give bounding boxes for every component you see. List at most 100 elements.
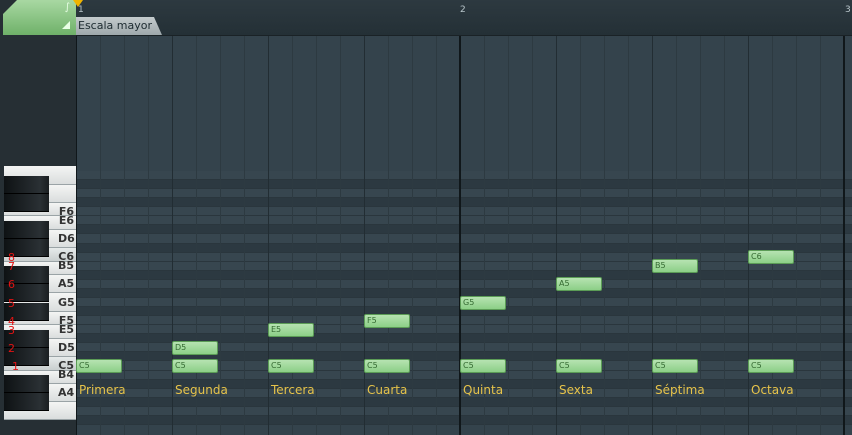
grid-row[interactable] (76, 225, 852, 235)
grid-line (748, 36, 749, 435)
pattern-name-tab[interactable]: Escala mayor (76, 17, 162, 35)
key-label: E6 (58, 213, 74, 227)
grid-row[interactable] (76, 270, 852, 280)
note-f5[interactable]: F5 (364, 313, 410, 328)
grid-line (700, 36, 701, 435)
note-c6[interactable]: C6 (748, 250, 794, 265)
grid-row[interactable] (76, 415, 852, 425)
note-a5[interactable]: A5 (556, 277, 602, 292)
interval-label: Cuarta (367, 383, 408, 397)
grid-line (388, 36, 389, 435)
scale-degree-number: 6 (8, 278, 15, 292)
piano-key-black[interactable] (4, 175, 49, 194)
scale-degree-number: 1 (12, 360, 19, 373)
grid-line (843, 36, 845, 435)
key-label: A5 (58, 277, 75, 291)
grid-line (148, 36, 149, 435)
note-d5[interactable]: D5 (172, 340, 218, 355)
ruler-bar-3: 3 (845, 5, 851, 15)
grid-line (628, 36, 629, 435)
note-c5[interactable]: C5 (172, 359, 218, 373)
note-c5[interactable]: C5 (652, 359, 698, 373)
note-e5[interactable]: E5 (268, 322, 314, 337)
grid-row[interactable] (76, 261, 852, 271)
interval-label: Primera (79, 383, 126, 397)
playhead-marker[interactable] (73, 0, 83, 7)
grid-line (604, 36, 605, 435)
grid-row[interactable] (76, 198, 852, 208)
grid-row[interactable] (76, 316, 852, 326)
key-label: B4 (58, 368, 75, 382)
grid-line (532, 36, 533, 435)
grid-line (340, 36, 341, 435)
grid-line (459, 36, 461, 435)
key-label: B5 (58, 259, 75, 273)
grid-row[interactable] (76, 207, 852, 217)
grid-row[interactable] (76, 180, 852, 190)
key-label: E5 (58, 322, 74, 336)
grid-line (652, 36, 653, 435)
grid-line (508, 36, 509, 435)
piano-key-black[interactable] (4, 220, 49, 239)
key-label: A4 (58, 386, 75, 400)
scale-degree-number: 5 (8, 296, 15, 310)
note-c5[interactable]: C5 (556, 359, 602, 373)
interval-label: Segunda (175, 383, 228, 397)
ruler-bar-2: 2 (460, 5, 466, 15)
note-grid[interactable]: C5 C5 D5 C5 E5 C5 F5 C5 G5 C5 A5 C5 B5 C5 C6 Primera Seg… (76, 36, 852, 435)
key-label: D5 (58, 340, 75, 354)
interval-label: Quinta (463, 383, 504, 397)
grid-line (244, 36, 245, 435)
grid-line (124, 36, 125, 435)
grid-row[interactable] (76, 406, 852, 416)
interval-label: Sexta (559, 383, 593, 397)
grid-line (484, 36, 485, 435)
timeline-ruler[interactable]: 1 2 3 Escala mayor (76, 0, 852, 36)
interval-label: Séptima (655, 383, 705, 397)
resize-triangle-icon (62, 21, 70, 29)
grid-row[interactable] (76, 189, 852, 199)
grid-line (268, 36, 269, 435)
grid-line (412, 36, 413, 435)
grid-line (772, 36, 773, 435)
grid-line (820, 36, 821, 435)
curve-icon: ∫ (64, 2, 70, 13)
key-label: D6 (58, 232, 75, 246)
scale-degree-number: 3 (8, 323, 15, 337)
interval-label: Tercera (271, 383, 315, 397)
interval-label: Octava (751, 383, 794, 397)
note-c5[interactable]: C5 (460, 359, 506, 373)
grid-line (76, 36, 77, 435)
note-c5[interactable]: C5 (76, 359, 122, 373)
grid-row[interactable] (76, 325, 852, 335)
grid-line (676, 36, 677, 435)
grid-line (556, 36, 557, 435)
grid-row[interactable] (76, 170, 852, 181)
scale-degree-number: 2 (8, 341, 15, 355)
note-c5[interactable]: C5 (748, 359, 794, 373)
grid-row[interactable] (76, 397, 852, 407)
grid-row[interactable] (76, 252, 852, 262)
note-g5[interactable]: G5 (460, 295, 506, 310)
grid-row[interactable] (76, 279, 852, 289)
grid-line (580, 36, 581, 435)
grid-line (436, 36, 437, 435)
grid-line (364, 36, 365, 435)
grid-line (220, 36, 221, 435)
piano-key-black[interactable] (4, 375, 49, 394)
grid-line (196, 36, 197, 435)
tool-menu-corner[interactable]: ∫ (3, 0, 76, 35)
grid-row[interactable] (76, 243, 852, 253)
note-c5[interactable]: C5 (364, 359, 410, 373)
note-c5[interactable]: C5 (268, 359, 314, 373)
grid-row[interactable] (76, 216, 852, 226)
piano-keyboard[interactable]: F6 E6 D6 C6 B5 A5 G5 F5 E5 D5 C5 B4 A4 8 7 6 5 4 3 2 1 (0, 0, 76, 435)
piano-key-black[interactable] (4, 193, 49, 212)
grid-row[interactable] (76, 234, 852, 244)
piano-key-black[interactable] (4, 393, 49, 412)
grid-line (316, 36, 317, 435)
grid-line (724, 36, 725, 435)
note-b5[interactable]: B5 (652, 259, 698, 274)
key-label: G5 (58, 295, 75, 309)
grid-line (172, 36, 173, 435)
